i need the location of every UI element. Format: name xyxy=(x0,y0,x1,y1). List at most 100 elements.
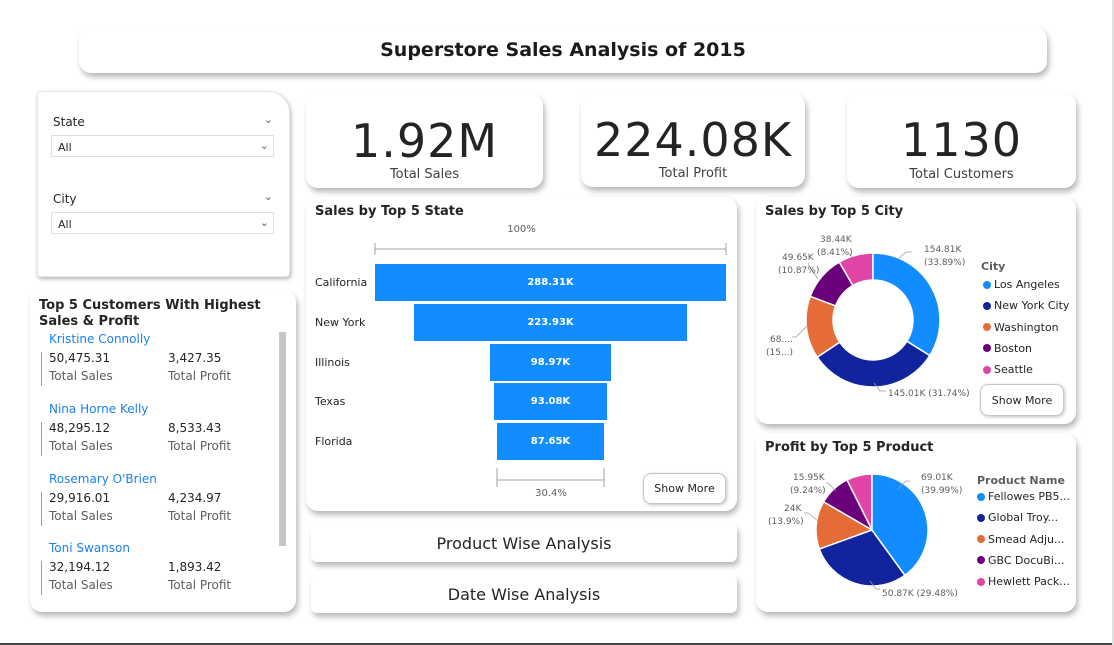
data-label-wa-2: (15...) xyxy=(766,348,793,358)
profit-by-product-chart: Profit by Top 5 Product 69.01K (39.99%) … xyxy=(756,433,1076,612)
data-label-ny: 145.01K (31.74%) xyxy=(888,389,970,399)
total-customers-label: Total Customers xyxy=(909,167,1014,182)
customer-sales-value: 50,475.31 xyxy=(49,351,111,365)
city-show-more-button[interactable]: Show More xyxy=(980,384,1064,416)
legend-marker xyxy=(983,344,991,353)
legend-marker xyxy=(977,556,985,565)
legend-item[interactable]: Los Angeles xyxy=(983,278,1060,291)
legend-item[interactable]: Boston xyxy=(983,342,1032,355)
customer-card[interactable]: Kristine Connolly 50,475.31 3,427.35 Tot… xyxy=(39,332,279,388)
funnel-category-label: California xyxy=(315,276,368,289)
data-label-p2: 50.87K (29.48%) xyxy=(882,589,958,599)
customer-card[interactable]: Rosemary O'Brien 29,916.01 4,234.97 Tota… xyxy=(39,472,279,528)
card-accent-bar xyxy=(41,422,42,456)
funnel-bar[interactable]: 87.65K xyxy=(497,423,604,461)
legend-marker xyxy=(983,301,991,310)
top-customers-panel: Top 5 Customers With Highest Sales & Pro… xyxy=(30,290,296,612)
customer-profit-value: 4,234.97 xyxy=(168,491,222,505)
total-sales-value: 1.92M xyxy=(350,114,499,168)
legend-label: Washington xyxy=(994,320,1059,334)
customer-name: Kristine Connolly xyxy=(49,332,151,346)
city-collapse-icon[interactable]: ⌄ xyxy=(264,190,273,203)
customer-card[interactable]: Toni Swanson 32,194.12 1,893.42 Total Sa… xyxy=(39,541,279,597)
filter-panel: State ⌄ All ⌄ City ⌄ All ⌄ xyxy=(37,91,290,277)
customer-profit-value: 3,427.35 xyxy=(168,351,222,365)
customer-sales-value: 32,194.12 xyxy=(49,560,111,574)
funnel-bar[interactable]: 288.31K xyxy=(375,264,726,301)
legend-label: Hewlett Pack... xyxy=(988,575,1070,589)
state-dropdown[interactable]: All ⌄ xyxy=(51,135,274,157)
top-customers-title: Top 5 Customers With Highest Sales & Pro… xyxy=(39,298,261,329)
customer-profit-label: Total Profit xyxy=(168,369,232,383)
customer-name: Toni Swanson xyxy=(49,541,130,555)
pie-slice[interactable] xyxy=(816,340,931,388)
customer-profit-label: Total Profit xyxy=(168,578,232,592)
funnel-top-percent: 100% xyxy=(507,224,536,235)
data-label-se-2: (8.41%) xyxy=(817,248,853,258)
product-wise-analysis-button[interactable]: Product Wise Analysis xyxy=(311,524,737,562)
legend-label: Smead Adju... xyxy=(988,532,1065,546)
customer-sales-value: 29,916.01 xyxy=(49,491,111,505)
data-label-p4-1: 15.95K xyxy=(793,473,826,483)
date-wise-analysis-button[interactable]: Date Wise Analysis xyxy=(311,575,737,613)
legend-marker xyxy=(977,535,985,544)
data-label-wa-1: 68.... xyxy=(770,335,793,345)
legend-marker xyxy=(977,513,985,522)
funnel-category-label: Texas xyxy=(315,395,346,409)
card-accent-bar xyxy=(41,352,42,386)
customer-sales-label: Total Sales xyxy=(49,369,113,383)
data-label-p1-2: (39.99%) xyxy=(921,486,962,496)
legend-marker xyxy=(977,492,985,501)
sales-by-city-chart: Sales by Top 5 City 154.81K (33.89%) 145… xyxy=(756,197,1076,424)
customer-sales-label: Total Sales xyxy=(49,439,113,453)
legend-marker xyxy=(983,280,991,289)
legend-item[interactable]: New York City xyxy=(983,299,1069,312)
product-legend-title: Product Name xyxy=(977,474,1065,487)
legend-label: New York City xyxy=(994,299,1070,313)
data-label-bo-1: 49.65K xyxy=(782,253,815,263)
customer-name: Rosemary O'Brien xyxy=(49,472,157,486)
total-profit-card: 224.08K Total Profit xyxy=(581,93,805,187)
legend-item[interactable]: Fellowes PB5... xyxy=(977,490,1070,503)
legend-item[interactable]: Seattle xyxy=(983,363,1033,376)
state-collapse-icon[interactable]: ⌄ xyxy=(264,113,273,126)
total-profit-value: 224.08K xyxy=(593,113,793,167)
pie-slice[interactable] xyxy=(872,252,941,357)
customer-card[interactable]: Nina Horne Kelly 48,295.12 8,533.43 Tota… xyxy=(39,402,279,458)
city-legend-title: City xyxy=(981,260,1006,273)
legend-label: Los Angeles xyxy=(994,278,1060,291)
leader-line xyxy=(804,512,819,522)
legend-item[interactable]: Smead Adju... xyxy=(977,533,1065,546)
total-profit-label: Total Profit xyxy=(658,166,728,181)
customer-sales-label: Total Sales xyxy=(49,509,113,523)
legend-item[interactable]: Global Troy... xyxy=(977,511,1058,524)
city-dropdown-value: All xyxy=(58,218,72,231)
city-dropdown[interactable]: All ⌄ xyxy=(51,212,274,234)
legend-item[interactable]: GBC DocuBi... xyxy=(977,554,1064,567)
legend-label: Boston xyxy=(994,341,1033,355)
legend-label: Seattle xyxy=(994,363,1033,377)
data-label-bo-2: (10.87%) xyxy=(778,266,819,276)
funnel-category-label: New York xyxy=(315,315,366,329)
customer-sales-label: Total Sales xyxy=(49,578,113,592)
funnel-category-label: Illinois xyxy=(315,355,350,369)
total-customers-value: 1130 xyxy=(900,113,1023,167)
state-show-more-button[interactable]: Show More xyxy=(643,473,726,504)
customer-profit-label: Total Profit xyxy=(168,509,232,523)
funnel-bar[interactable]: 223.93K xyxy=(414,303,687,341)
funnel-bar[interactable]: 98.97K xyxy=(490,343,611,381)
legend-marker xyxy=(977,577,985,586)
data-label-p4-2: (9.24%) xyxy=(790,486,826,496)
funnel-bar[interactable]: 93.08K xyxy=(493,383,608,421)
legend-item[interactable]: Hewlett Pack... xyxy=(977,575,1070,588)
city-slicer-label: City xyxy=(53,192,77,206)
legend-label: Global Troy... xyxy=(988,511,1059,525)
legend-item[interactable]: Washington xyxy=(983,321,1059,334)
state-slicer-label: State xyxy=(53,115,85,129)
legend-label: GBC DocuBi... xyxy=(988,553,1065,567)
leader-line xyxy=(826,482,837,492)
legend-label: Fellowes PB5... xyxy=(988,490,1070,503)
state-dropdown-value: All xyxy=(58,141,72,154)
customers-scrollbar[interactable] xyxy=(279,332,286,546)
data-label-p3-2: (13.9%) xyxy=(768,517,804,527)
